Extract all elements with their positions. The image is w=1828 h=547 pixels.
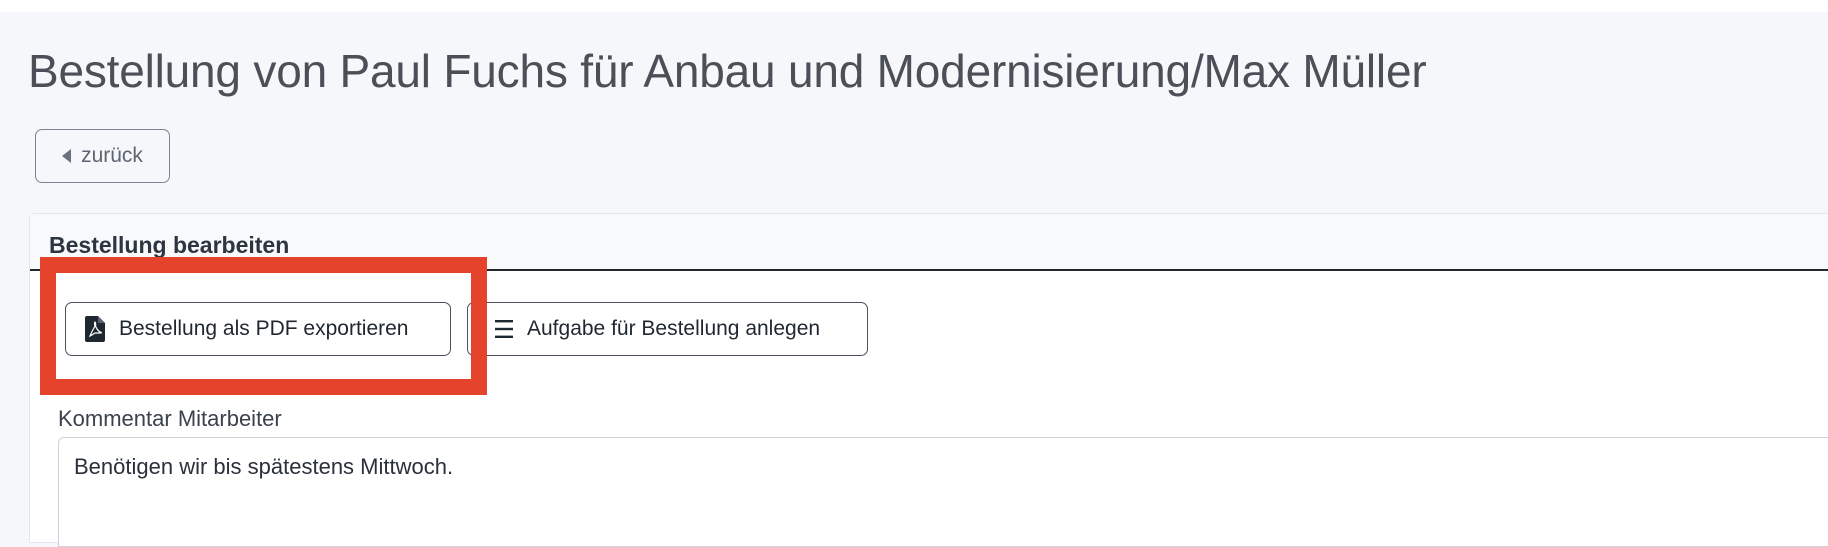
export-pdf-button-label: Bestellung als PDF exportieren [119,317,409,340]
list-icon [495,319,513,339]
top-strip [0,0,1828,12]
export-pdf-button[interactable]: Bestellung als PDF exportieren [65,302,451,356]
caret-left-icon [62,149,72,163]
page-title: Bestellung von Paul Fuchs für Anbau und … [28,45,1427,97]
comment-field-label: Kommentar Mitarbeiter [58,406,282,431]
card-title: Bestellung bearbeiten [49,232,290,258]
back-button-label: zurück [81,144,143,167]
back-button[interactable]: zurück [35,129,170,183]
card-header: Bestellung bearbeiten [30,214,1828,271]
create-task-button[interactable]: Aufgabe für Bestellung anlegen [467,302,868,356]
create-task-button-label: Aufgabe für Bestellung anlegen [527,317,821,340]
comment-textarea[interactable]: Benötigen wir bis spätestens Mittwoch. [58,437,1828,547]
file-pdf-icon [85,316,105,342]
